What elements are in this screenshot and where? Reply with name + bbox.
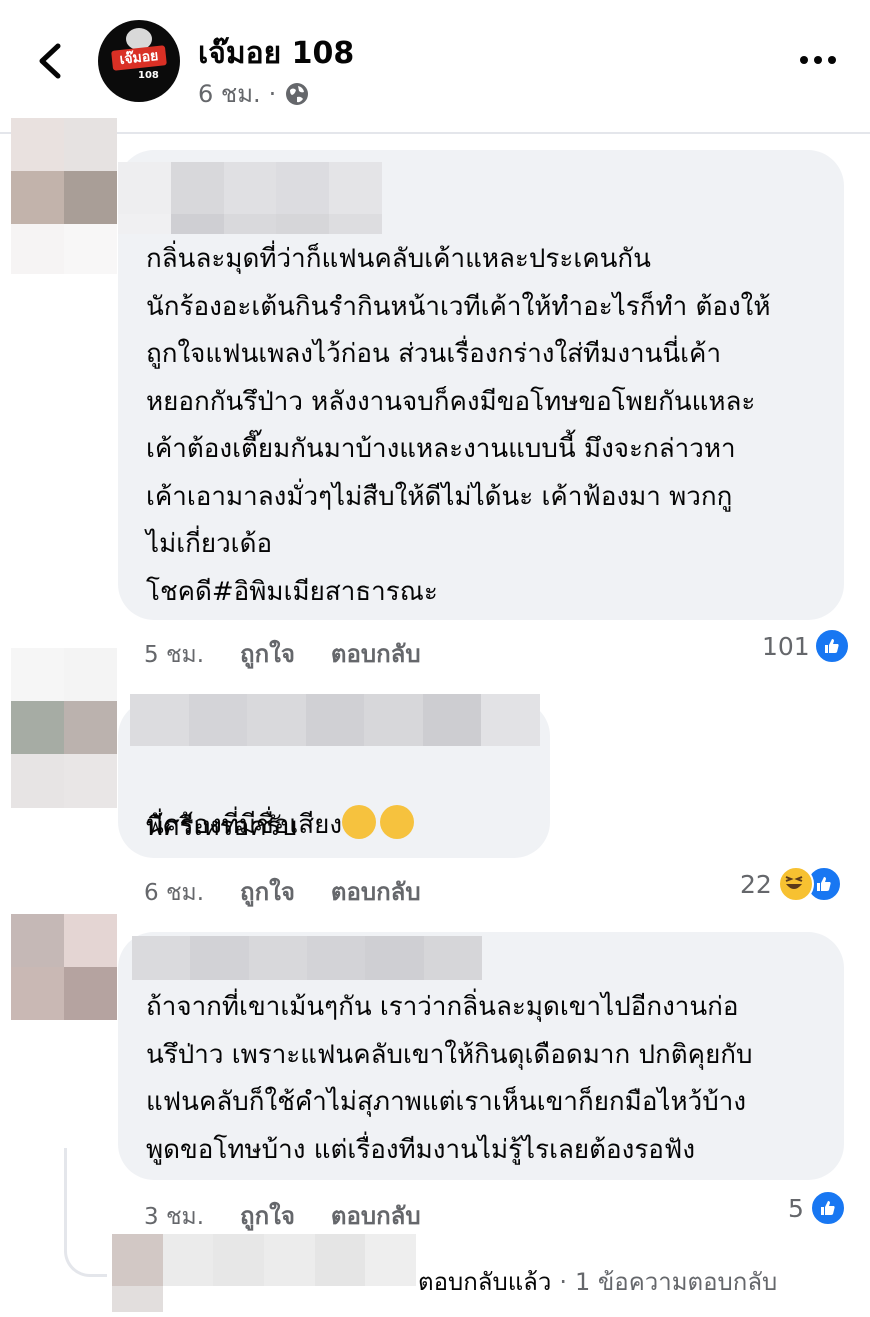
commenter-name[interactable] (130, 694, 540, 746)
post-time: 6 ชม. (198, 80, 261, 108)
comment-text: ถ้าจากที่เขาเม้นๆกัน เราว่ากลิ่นละมุดเขา… (146, 992, 753, 1165)
avatar-fade (11, 224, 117, 274)
post-header: เจ๊มอย 108 เจ๊มอย 108 6 ชม. · (0, 0, 870, 134)
comment-time: 5 ชม. (144, 642, 205, 668)
reply-button[interactable]: ตอบกลับ (331, 1196, 421, 1235)
replied-label: ตอบกลับแล้ว (418, 1268, 552, 1296)
like-reaction-icon (813, 628, 850, 664)
avatar-logo-text: เจ๊มอย (111, 45, 167, 71)
reaction-count: 5 (788, 1193, 804, 1223)
commenter-avatar[interactable] (11, 648, 117, 808)
comment-time: 6 ชม. (144, 880, 205, 906)
commenter-avatar[interactable] (11, 914, 117, 1020)
reaction-summary[interactable]: 101 (762, 628, 850, 664)
globe-icon (286, 82, 309, 105)
view-replies-link[interactable]: ตอบกลับแล้ว · 1 ข้อความตอบกลับ (418, 1262, 777, 1301)
meta-separator: · (268, 79, 277, 108)
avatar-logo-number: 108 (138, 70, 159, 81)
reply-button[interactable]: ตอบกลับ (331, 872, 421, 911)
page-avatar[interactable]: เจ๊มอย 108 (98, 20, 180, 102)
reply-button[interactable]: ตอบกลับ (331, 634, 421, 673)
commenter-name[interactable] (118, 162, 382, 234)
reaction-count: 22 (740, 869, 772, 899)
post-meta: 6 ชม. · (198, 74, 310, 113)
page-name[interactable]: เจ๊มอย 108 (198, 30, 354, 77)
like-button[interactable]: ถูกใจ (240, 634, 295, 673)
comment-time: 3 ชม. (144, 1204, 205, 1230)
like-button[interactable]: ถูกใจ (240, 872, 295, 911)
chevron-left-icon[interactable] (30, 38, 70, 84)
replies-separator: · (559, 1267, 567, 1296)
haha-reaction-icon (777, 866, 814, 902)
replies-count: 1 ข้อความตอบกลับ (575, 1268, 778, 1296)
reaction-summary[interactable]: 5 (788, 1190, 846, 1226)
reaction-summary[interactable]: 22 (740, 866, 842, 902)
like-button[interactable]: ถูกใจ (240, 1196, 295, 1235)
comment-actions: 6 ชม. ถูกใจ ตอบกลับ (144, 872, 421, 911)
comment-text-line2: พี่ศรีเหรอครับ (146, 812, 298, 842)
more-options-button[interactable] (800, 50, 840, 70)
comment-actions: 3 ชม. ถูกใจ ตอบกลับ (144, 1196, 421, 1235)
commenter-avatar[interactable] (11, 118, 117, 224)
reaction-count: 101 (762, 631, 810, 661)
like-reaction-icon (809, 1190, 846, 1226)
commenter-name[interactable] (132, 936, 482, 980)
reply-thread-line (64, 1148, 107, 1277)
comment-actions: 5 ชม. ถูกใจ ตอบกลับ (144, 634, 421, 673)
comment-text: กลิ่นละมุดที่ว่าก็แฟนคลับเค้าแหละประเคนก… (146, 244, 771, 607)
reply-avatars[interactable] (112, 1234, 416, 1312)
